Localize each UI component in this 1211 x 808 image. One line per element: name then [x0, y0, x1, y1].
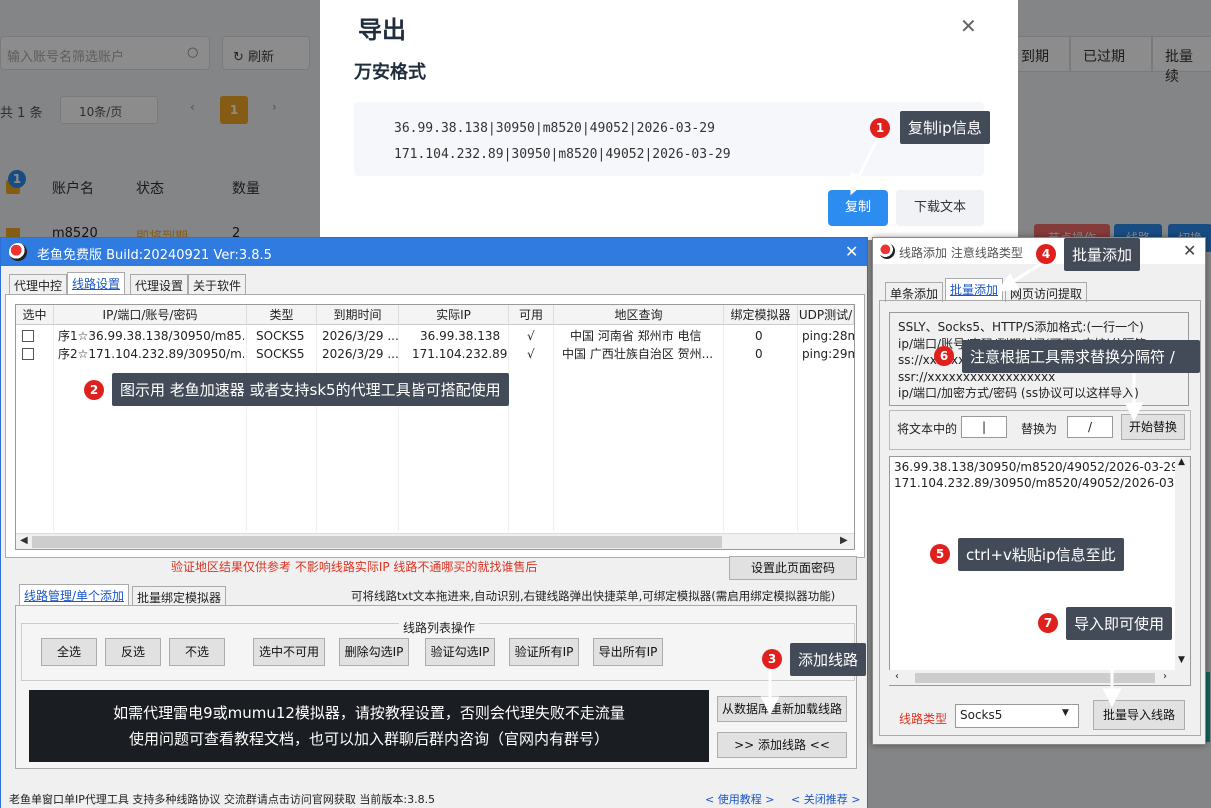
step-badge-3: 3	[762, 649, 782, 669]
step-badge-7: 7	[1038, 613, 1058, 633]
step-badge-6: 6	[934, 346, 954, 366]
arrow-1-head	[850, 171, 869, 196]
arrow-6-head	[1124, 402, 1144, 422]
step-badge-1: 1	[870, 118, 890, 138]
arrow-5-head	[928, 488, 948, 508]
step-tip-4: 批量添加	[1064, 238, 1141, 271]
step-tip-7: 导入即可使用	[1066, 607, 1173, 640]
arrow-7-head	[1102, 688, 1122, 708]
step-tip-6: 注意根据工具需求替换分隔符 /	[962, 340, 1200, 373]
arrow-4	[1011, 260, 1045, 284]
arrow-1	[856, 137, 880, 179]
step-badge-2: 2	[84, 380, 104, 400]
step-badge-5: 5	[930, 544, 950, 564]
arrow-3-head	[760, 696, 780, 716]
step-tip-3: 添加线路	[790, 643, 867, 676]
step-tip-2: 图示用 老鱼加速器 或者支持sk5的代理工具皆可搭配使用	[112, 373, 509, 406]
arrow-4-head	[996, 273, 1020, 292]
step-tip-1: 复制ip信息	[900, 111, 990, 144]
step-tip-5: ctrl+v粘贴ip信息至此	[958, 538, 1124, 571]
step-badge-4: 4	[1036, 244, 1056, 264]
